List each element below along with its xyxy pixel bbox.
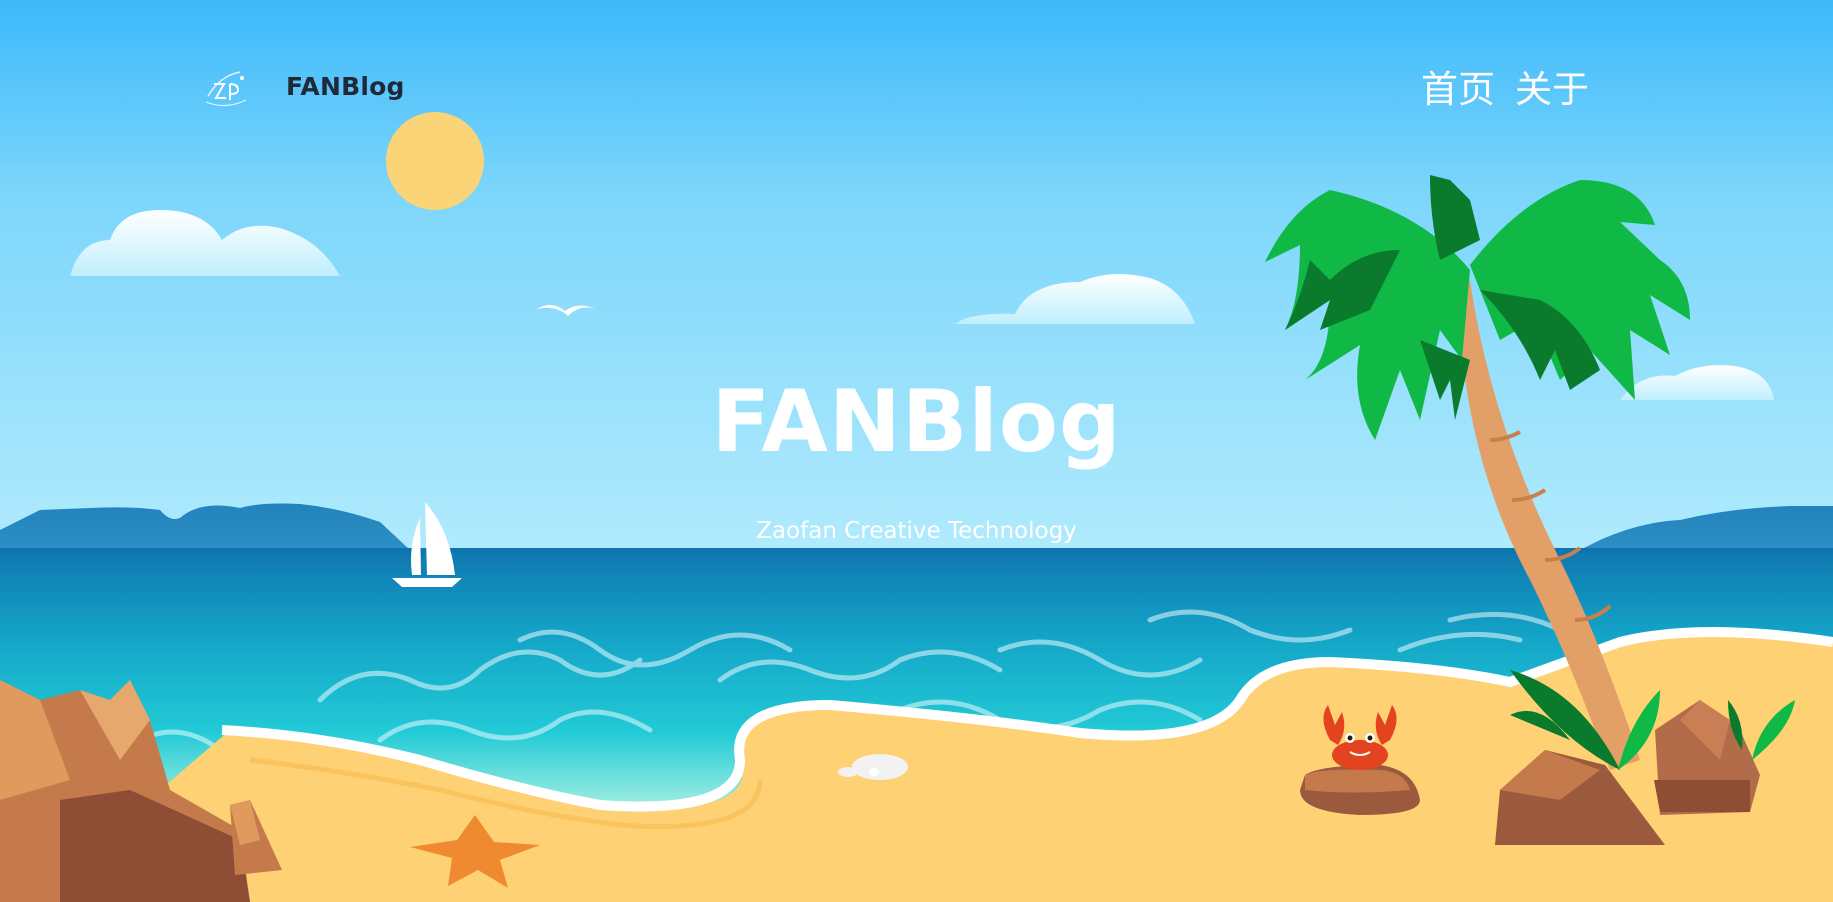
top-navigation: FANBlog 首页 关于 — [0, 0, 1833, 180]
main-menu: 首页 关于 — [1421, 66, 1589, 114]
brand-name[interactable]: FANBlog — [286, 72, 405, 101]
nav-link-about[interactable]: 关于 — [1515, 66, 1589, 114]
hero-subtitle: Zaofan Creative Technology — [756, 518, 1077, 544]
nav-link-home[interactable]: 首页 — [1421, 66, 1495, 114]
hero-title: FANBlog — [711, 372, 1122, 472]
zaofan-logo-icon[interactable] — [200, 66, 252, 114]
